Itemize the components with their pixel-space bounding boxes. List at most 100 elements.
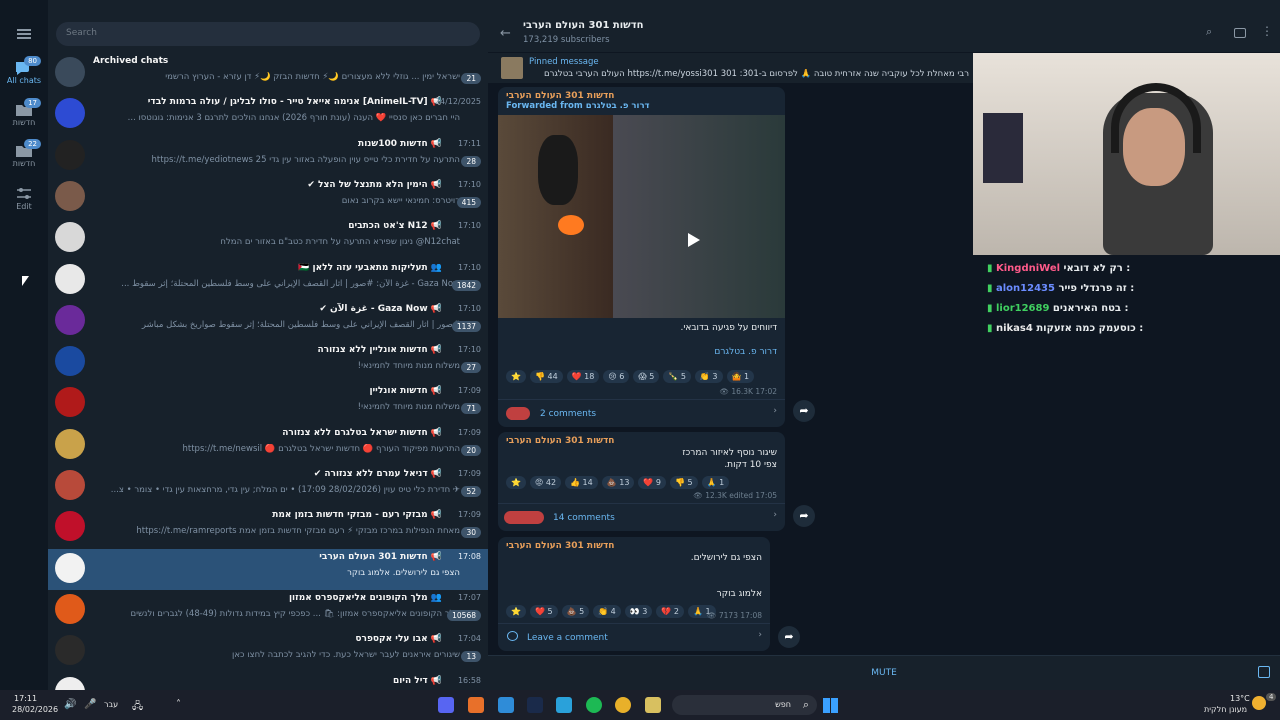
more-icon[interactable]: ⋮ xyxy=(1261,24,1273,38)
channel-name[interactable]: חדשות 301 העולם הערבי xyxy=(506,436,614,446)
share-icon[interactable]: ➦ xyxy=(793,505,815,527)
reaction-chip[interactable]: ❤️ 9 xyxy=(638,476,666,489)
unread-count: 21 xyxy=(461,73,481,84)
channel-title[interactable]: חדשות 301 העולם הערבי xyxy=(523,20,644,31)
reaction-chip[interactable]: 👏 4 xyxy=(593,605,621,618)
folder-edit[interactable]: Edit xyxy=(0,186,48,211)
folder-news-1[interactable]: 17 חדשות xyxy=(0,98,48,127)
start-icon[interactable] xyxy=(823,698,838,713)
forwarded-label: Forwarded from xyxy=(506,101,583,111)
channel-name[interactable]: חדשות 301 העולם הערבי xyxy=(506,91,614,101)
folder-all-chats[interactable]: 80 All chats xyxy=(0,56,48,85)
reaction-chip[interactable]: 💩 5 xyxy=(561,605,590,618)
chat-row[interactable]: Archived chats ישראל ימין ... גוזלי ללא מ… xyxy=(48,53,488,94)
reaction-chip[interactable]: 😢 6 xyxy=(603,370,630,383)
mute-button[interactable]: MUTE xyxy=(488,655,1280,690)
unread-count: 13 xyxy=(461,651,481,663)
app-icon-spotify[interactable] xyxy=(586,697,602,713)
gift-icon[interactable] xyxy=(1258,666,1270,678)
reaction-chip[interactable]: 👍 14 xyxy=(565,476,598,489)
chat-row[interactable]: 📢 N12 צ'אט הכתבים N12chat@ ניגון שפירא הת… xyxy=(48,218,488,259)
message-time: 17:02 xyxy=(755,387,777,396)
reaction-chip[interactable]: 👏 3 xyxy=(694,370,723,383)
chat-row[interactable]: 📢 מבזקי רעם - מבזקי חדשות בזמן אמת מאחת ה… xyxy=(48,507,488,548)
sidebar-toggle-icon[interactable] xyxy=(1234,28,1246,38)
network-icon[interactable]: 🖧 xyxy=(132,699,143,716)
reaction-chip[interactable]: 🤷 1 xyxy=(726,370,755,383)
back-arrow-icon[interactable]: ← xyxy=(500,26,511,41)
chat-row[interactable]: 📢 חדשות אונליין ללא צנזורה משלוח מנות מיו… xyxy=(48,342,488,383)
chat-row[interactable]: 👥 תעליקות מתאבעי עזה ללאן 🇵🇸 Gaza Now - غ… xyxy=(48,260,488,301)
chat-row[interactable]: 👥 מלך הקופונים אליאקספרס אמזון מלך הקופונ… xyxy=(48,590,488,631)
app-icon-telegram[interactable] xyxy=(556,697,572,713)
reaction-chip[interactable]: 😱 5 xyxy=(633,370,660,383)
chat-row[interactable]: 📢 Gaza Now - غزة الآن ✔ #صور | آثار القصف… xyxy=(48,301,488,342)
stream-chat-user: KingdniWel xyxy=(995,263,1061,274)
chat-row[interactable]: 📢 דניאל עמרם ללא צנזורה ✔ ✈ חדירת כלי טיס… xyxy=(48,466,488,507)
reaction-chip[interactable]: ⭐ xyxy=(506,605,526,618)
search-icon[interactable]: ⌕ xyxy=(1206,25,1212,39)
volume-icon[interactable]: 🔊 xyxy=(64,699,76,710)
app-icon-chrome[interactable] xyxy=(615,697,631,713)
channel-header: ← חדשות 301 העולם הערבי 173,219 subscrib… xyxy=(488,0,1280,52)
share-icon[interactable]: ➦ xyxy=(793,400,815,422)
reaction-chip[interactable]: 💩 13 xyxy=(601,476,635,489)
chat-preview: N12chat@ ניגון שפירא התרעה על חדירת כטב"… xyxy=(220,237,460,248)
chat-row[interactable]: 📢 חדשות אונליין משלוח מנות מיוחד לחמינאי!… xyxy=(48,383,488,424)
chat-time: 24/12/2025 xyxy=(434,97,481,107)
search-input[interactable]: Search xyxy=(56,22,480,46)
chat-avatar xyxy=(55,222,85,253)
forwarded-line[interactable]: Forwarded from דרור פ. בטלגרם xyxy=(506,101,650,111)
weather-desc[interactable]: מעונן חלקית xyxy=(1204,705,1247,714)
comments-link[interactable]: 14 comments › xyxy=(498,503,785,531)
notification-badge[interactable]: 4 xyxy=(1266,693,1277,701)
pinned-bar[interactable]: Pinned message רבי מאחלת לכל עוקביה שנה … xyxy=(488,53,973,83)
app-icon-steam[interactable] xyxy=(527,697,543,713)
chevron-up-icon[interactable]: ˄ xyxy=(176,699,181,710)
play-icon[interactable] xyxy=(688,233,700,247)
app-icon-fire[interactable] xyxy=(468,697,484,713)
chat-row[interactable]: 📢 אבו עלי אקספרס שיגורים איראנים לעבר ישר… xyxy=(48,631,488,672)
chat-row[interactable]: 📢 [AnimeIL-TV] אנימה אייאל טייר - סולו ל… xyxy=(48,94,488,135)
menu-icon[interactable] xyxy=(17,29,31,39)
reaction-chip[interactable]: 💔 2 xyxy=(656,605,684,618)
chat-row[interactable]: 📢 חדשות 100שנות התרעה על חדירת כלי טייס ע… xyxy=(48,136,488,177)
share-icon[interactable]: ➦ xyxy=(778,626,800,648)
app-icon-explorer[interactable] xyxy=(645,697,661,713)
microphone-icon[interactable]: 🎤 xyxy=(84,699,96,710)
archive-icon xyxy=(55,57,85,87)
taskbar-search[interactable]: חפש ⌕ xyxy=(672,695,817,715)
chat-title: 📢 N12 צ'אט הכתבים xyxy=(348,221,442,232)
reaction-chip[interactable]: 👀 3 xyxy=(624,605,653,618)
reaction-chip[interactable]: 🍾 5 xyxy=(663,370,691,383)
reaction-chip[interactable]: 👎 44 xyxy=(529,370,563,383)
pinned-text: רבי מאחלת לכל עוקביה שנה אזרחית טובה 🙏 ל… xyxy=(543,69,969,79)
weather-temp[interactable]: 13°C xyxy=(1230,694,1250,703)
reactions-bar[interactable]: ⭐ 😡 42 👍 14 💩 13 ❤️ 9 👎 5 🙏 1 xyxy=(506,476,730,489)
language-indicator[interactable]: עבר xyxy=(104,700,118,709)
chat-row[interactable]: 📢 הימין הלא מתנצל של הצל ✔ רויטרס: חמינאי… xyxy=(48,177,488,218)
reaction-chip[interactable]: ❤️ 5 xyxy=(529,605,558,618)
comments-link[interactable]: 2 comments › xyxy=(498,399,785,427)
unread-count: 52 xyxy=(461,486,481,497)
video-thumbnail[interactable] xyxy=(498,115,785,318)
chat-row[interactable]: 📢 חדשות 301 העולם הערבי הצפי גם לירושלים.… xyxy=(48,548,488,590)
channel-name[interactable]: חדשות 301 העולם הערבי xyxy=(506,541,614,551)
reaction-chip[interactable]: ❤️ 18 xyxy=(566,370,600,383)
chat-row[interactable]: 📢 דיל היום 16:58 xyxy=(48,673,488,690)
message-signature[interactable]: דרור פ. בטלגרם xyxy=(714,347,777,357)
comments-link[interactable]: Leave a comment › xyxy=(498,623,770,651)
pinned-thumb xyxy=(501,57,523,79)
reaction-chip[interactable]: ⭐ xyxy=(506,370,526,383)
reactions-bar[interactable]: ⭐ ❤️ 5 💩 5 👏 4 👀 3 💔 2 🙏 1 xyxy=(506,605,716,618)
reaction-chip[interactable]: 😡 42 xyxy=(529,476,562,489)
reactions-bar[interactable]: ⭐ 👎 44 ❤️ 18 😢 6 😱 5 🍾 5 👏 3 🤷 1 xyxy=(506,370,755,383)
chat-time: 17:11 xyxy=(457,138,481,148)
app-icon-notes[interactable] xyxy=(498,697,514,713)
chat-row[interactable]: 📢 חדשות ישראל בטלגרם ללא צנזורה התרעות מפ… xyxy=(48,425,488,466)
reaction-chip[interactable]: 🙏 1 xyxy=(701,476,730,489)
reaction-chip[interactable]: ⭐ xyxy=(506,476,526,489)
app-icon-discord[interactable] xyxy=(438,697,454,713)
folder-news-2[interactable]: 22 חדשות xyxy=(0,139,48,168)
reaction-chip[interactable]: 👎 5 xyxy=(670,476,698,489)
